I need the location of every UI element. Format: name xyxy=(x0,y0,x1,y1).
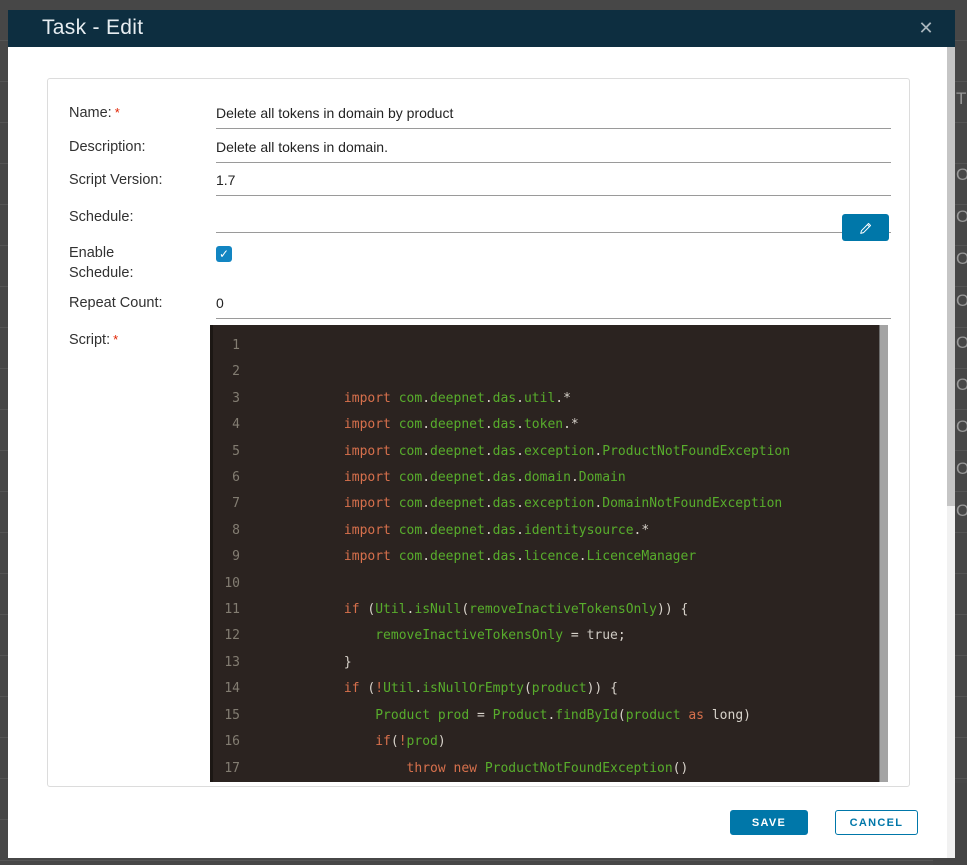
close-icon[interactable]: ✕ xyxy=(913,15,939,41)
name-label: Name: * xyxy=(69,105,120,121)
modal-title: Task - Edit xyxy=(42,16,144,39)
cancel-button[interactable]: CANCEL xyxy=(835,810,918,835)
editor-scrollbar[interactable] xyxy=(879,325,888,782)
script-code-editor[interactable]: 1 2 3 4 5 6 7 8 9 10 11 12 13 14 15 16 1… xyxy=(210,325,888,782)
schedule-edit-button[interactable] xyxy=(842,214,889,241)
required-asterisk: * xyxy=(114,105,120,120)
line-numbers: 1 2 3 4 5 6 7 8 9 10 11 12 13 14 15 16 1… xyxy=(224,338,240,776)
task-form-card: Name:* Description: Script Version: Sche… xyxy=(47,78,910,787)
modal-header: Task - Edit ✕ xyxy=(8,10,955,47)
save-button[interactable]: SAVE xyxy=(730,810,808,835)
schedule-label: Schedule: xyxy=(69,209,134,225)
repeat-count-input[interactable] xyxy=(216,293,891,319)
schedule-input[interactable] xyxy=(216,207,891,233)
screen: TOOOOOOOOO Task - Edit ✕ Name:* Descript… xyxy=(0,0,967,865)
name-input[interactable] xyxy=(216,103,891,129)
modal-body: Name:* Description: Script Version: Sche… xyxy=(8,47,955,858)
description-input[interactable] xyxy=(216,137,891,163)
required-asterisk: * xyxy=(113,332,119,347)
pencil-icon xyxy=(858,220,874,236)
script-label: Script: * xyxy=(69,332,119,348)
description-label: Description: xyxy=(69,139,146,155)
modal-scrollbar-thumb[interactable] xyxy=(947,47,955,506)
enable-schedule-checkbox[interactable]: ✓ xyxy=(216,246,232,262)
script-version-input[interactable] xyxy=(216,170,891,196)
modal-scrollbar-track[interactable] xyxy=(947,47,955,858)
background-table-strip: TOOOOOOOOO xyxy=(956,90,967,519)
repeat-count-label: Repeat Count: xyxy=(69,295,163,311)
code-content[interactable]: import com.deepnet.das.util.* import com… xyxy=(240,325,888,782)
enable-schedule-label: Enable Schedule: xyxy=(69,245,134,281)
script-version-label: Script Version: xyxy=(69,172,163,188)
